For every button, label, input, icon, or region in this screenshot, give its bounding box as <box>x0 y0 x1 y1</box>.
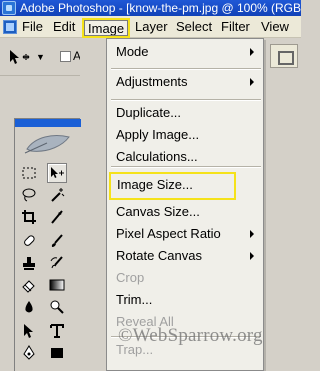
menu-item-pixel-aspect-ratio[interactable]: Pixel Aspect Ratio <box>107 224 265 244</box>
menu-item-mode[interactable]: Mode <box>107 42 265 62</box>
auto-select-checkbox[interactable] <box>60 51 71 62</box>
shape-icon[interactable] <box>47 343 67 363</box>
right-panel-strip <box>264 38 301 371</box>
tool-preset-arrow-icon[interactable]: ▼ <box>36 52 45 62</box>
magic-wand-icon[interactable] <box>47 185 67 205</box>
pen-icon[interactable] <box>19 343 39 363</box>
tools-panel-header[interactable] <box>15 119 81 127</box>
photoshop-logo-icon <box>2 1 16 15</box>
submenu-arrow-icon <box>250 78 254 86</box>
move-tool-icon[interactable] <box>8 48 32 66</box>
menu-item-mode-label: Mode <box>116 44 149 59</box>
menu-file[interactable]: File <box>22 19 43 35</box>
menu-item-duplicate[interactable]: Duplicate... <box>107 103 265 123</box>
menu-select[interactable]: Select <box>176 19 212 35</box>
menu-view[interactable]: View <box>261 19 289 35</box>
stamp-icon[interactable] <box>19 253 39 273</box>
submenu-arrow-icon <box>250 230 254 238</box>
eraser-icon[interactable] <box>19 275 39 295</box>
tools-panel <box>14 118 81 371</box>
menu-item-apply-image[interactable]: Apply Image... <box>107 125 265 145</box>
move-icon[interactable] <box>47 163 67 183</box>
menu-layer[interactable]: Layer <box>135 19 168 35</box>
options-bar: ▼ A <box>0 38 81 76</box>
brush-icon[interactable] <box>47 231 67 251</box>
healing-icon[interactable] <box>19 231 39 251</box>
watermark-text: ©WebSparrow.org <box>118 325 263 346</box>
menu-item-crop: Crop <box>116 270 145 285</box>
menu-separator <box>111 166 261 168</box>
menu-item-rotate-canvas[interactable]: Rotate Canvas <box>107 246 265 266</box>
menu-item-adjustments[interactable]: Adjustments <box>107 72 265 92</box>
blur-icon[interactable] <box>19 297 39 317</box>
gradient-icon[interactable] <box>47 275 67 295</box>
menu-image[interactable]: Image <box>82 18 131 38</box>
menu-edit[interactable]: Edit <box>53 19 75 35</box>
dodge-icon[interactable] <box>47 297 67 317</box>
crop-icon[interactable] <box>19 207 39 227</box>
menu-bar: File Edit Image Layer Select Filter View <box>0 16 301 38</box>
slice-icon[interactable] <box>47 207 67 227</box>
window-title: Adobe Photoshop - [know-the-pm.jpg @ 100… <box>20 1 301 15</box>
marquee-icon[interactable] <box>19 163 39 183</box>
type-icon[interactable] <box>47 321 67 341</box>
submenu-arrow-icon <box>250 48 254 56</box>
menu-item-pixel-aspect-ratio-label: Pixel Aspect Ratio <box>116 226 221 241</box>
menu-separator <box>111 68 261 70</box>
menu-item-rotate-canvas-label: Rotate Canvas <box>116 248 202 263</box>
menu-item-calculations[interactable]: Calculations... <box>107 147 265 167</box>
feather-logo-icon <box>24 135 70 154</box>
menu-item-trim[interactable]: Trim... <box>107 290 265 310</box>
menu-item-image-size[interactable]: Image Size... <box>109 172 236 200</box>
palette-well-icon[interactable] <box>270 44 298 68</box>
menu-item-canvas-size[interactable]: Canvas Size... <box>107 202 265 222</box>
path-select-icon[interactable] <box>19 321 39 341</box>
app-menu-icon[interactable] <box>3 20 17 34</box>
image-menu-dropdown: Mode Adjustments Duplicate... Apply Imag… <box>106 38 264 371</box>
history-brush-icon[interactable] <box>47 253 67 273</box>
lasso-icon[interactable] <box>19 185 39 205</box>
menu-separator <box>111 99 261 101</box>
submenu-arrow-icon <box>250 252 254 260</box>
title-bar: Adobe Photoshop - [know-the-pm.jpg @ 100… <box>0 0 301 16</box>
menu-filter[interactable]: Filter <box>221 19 250 35</box>
menu-item-adjustments-label: Adjustments <box>116 74 188 89</box>
